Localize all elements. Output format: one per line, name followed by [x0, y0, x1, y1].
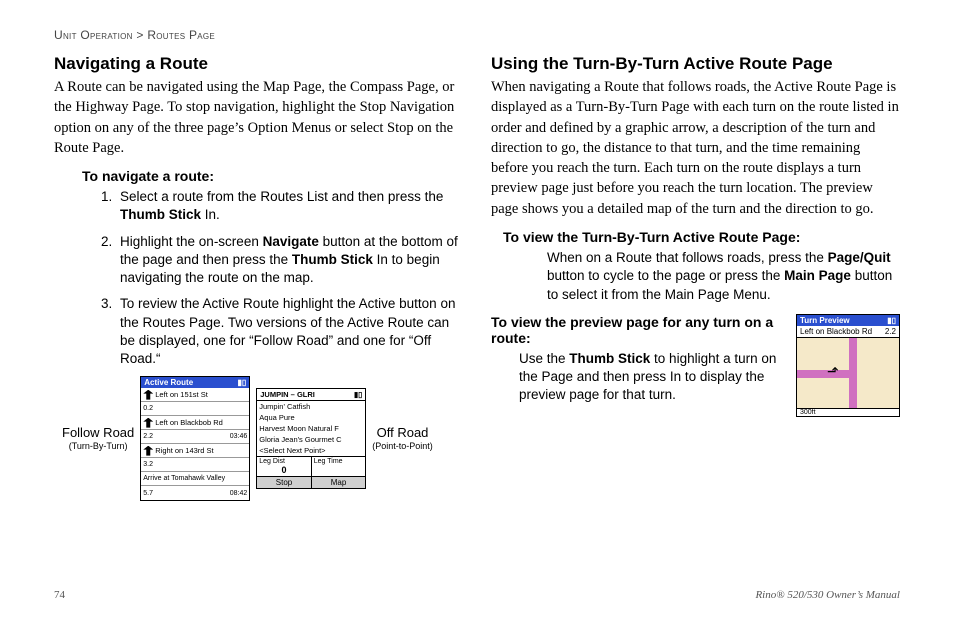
- list-item: Jumpin' Catfish: [257, 401, 365, 412]
- table-row: Arrive at Tomahawk Valley: [141, 472, 249, 486]
- turn-arrow-icon: [143, 446, 153, 456]
- table-row: 2.203:46: [141, 430, 249, 444]
- ss-title-bar: Turn Preview▮▯: [797, 315, 899, 326]
- battery-icon: ▮▯: [887, 316, 896, 325]
- ss-title-bar: Active Route▮▯: [141, 377, 249, 388]
- subhead-view-active: To view the Turn-By-Turn Active Route Pa…: [503, 229, 900, 245]
- preview-row: To view the preview page for any turn on…: [491, 314, 900, 417]
- instr-view-active: When on a Route that follows roads, pres…: [547, 249, 900, 304]
- breadcrumb-section: Unit Operation: [54, 28, 133, 42]
- fig-label-follow-road: Follow Road (Turn-By-Turn): [62, 425, 134, 451]
- intro-right: When navigating a Route that follows roa…: [491, 77, 900, 219]
- right-column: Using the Turn-By-Turn Active Route Page…: [491, 54, 900, 501]
- page-footer: 74 Rino® 520/530 Owner’s Manual: [54, 589, 900, 601]
- step-3: To review the Active Route highlight the…: [116, 295, 463, 368]
- map-button: Map: [312, 477, 366, 488]
- breadcrumb: Unit Operation > Routes Page: [54, 28, 900, 42]
- table-row: Left on 151st St: [141, 388, 249, 402]
- screenshot-turn-preview: Turn Preview▮▯ Left on Blackbob Rd 2.2 ⬏…: [796, 314, 900, 417]
- subhead-preview: To view the preview page for any turn on…: [491, 314, 786, 346]
- ss-title-bar: JUMPIN – GLRI▮▯: [257, 389, 365, 401]
- turn-arrow-icon: ⬏: [827, 363, 839, 380]
- screenshot-off-road: JUMPIN – GLRI▮▯ Jumpin' Catfish Aqua Pur…: [256, 388, 366, 489]
- table-row: 3.2: [141, 458, 249, 472]
- stop-button: Stop: [257, 477, 312, 488]
- fig-label-off-road: Off Road (Point-to-Point): [372, 425, 433, 451]
- table-row: 5.708:42: [141, 486, 249, 500]
- list-item: Gloria Jean's Gourmet C: [257, 434, 365, 445]
- heading-turn-by-turn: Using the Turn-By-Turn Active Route Page: [491, 54, 900, 74]
- turn-arrow-icon: [143, 418, 153, 428]
- subhead-navigate: To navigate a route:: [82, 168, 463, 184]
- table-row: 0.2: [141, 402, 249, 416]
- steps-list: Select a route from the Routes List and …: [116, 188, 463, 368]
- battery-icon: ▮▯: [354, 390, 362, 399]
- page-number: 74: [54, 589, 65, 601]
- intro-left: A Route can be navigated using the Map P…: [54, 77, 463, 158]
- list-item: Aqua Pure: [257, 412, 365, 423]
- screenshot-active-route: Active Route▮▯ Left on 151st St 0.2 Left…: [140, 376, 250, 501]
- step-2: Highlight the on-screen Navigate button …: [116, 233, 463, 288]
- turn-arrow-icon: [143, 390, 153, 400]
- table-row: Left on Blackbob Rd: [141, 416, 249, 430]
- breadcrumb-page: Routes Page: [147, 28, 215, 42]
- instr-preview: Use the Thumb Stick to highlight a turn …: [519, 350, 786, 405]
- list-item: Harvest Moon Natural F: [257, 423, 365, 434]
- step-1: Select a route from the Routes List and …: [116, 188, 463, 224]
- list-item: <Select Next Point>: [257, 445, 365, 456]
- figure-row: Follow Road (Turn-By-Turn) Active Route▮…: [62, 376, 463, 501]
- left-column: Navigating a Route A Route can be naviga…: [54, 54, 463, 501]
- map-preview: ⬏: [797, 338, 899, 408]
- manual-title: Rino® 520/530 Owner’s Manual: [755, 589, 900, 601]
- heading-navigating: Navigating a Route: [54, 54, 463, 74]
- battery-icon: ▮▯: [237, 378, 246, 387]
- table-row: Right on 143rd St: [141, 444, 249, 458]
- two-column-layout: Navigating a Route A Route can be naviga…: [54, 54, 900, 501]
